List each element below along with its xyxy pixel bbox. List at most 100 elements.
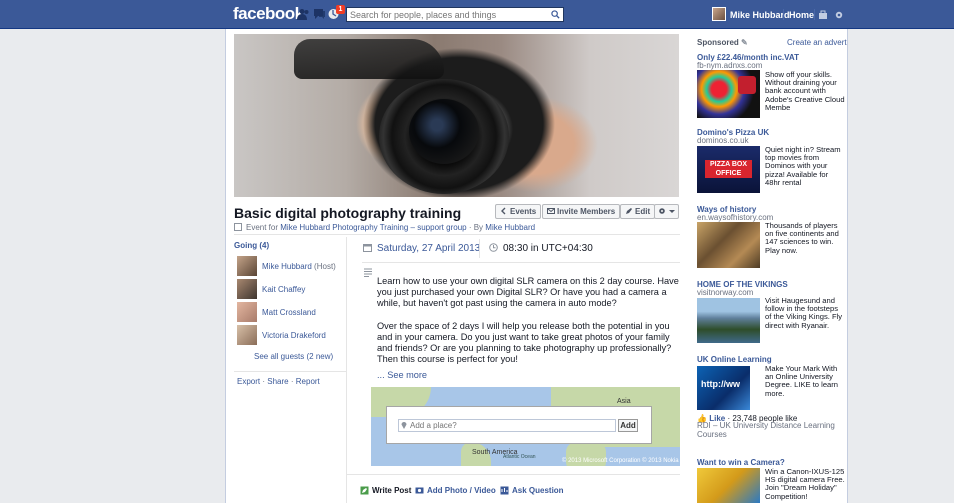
search-icon[interactable] (551, 10, 560, 19)
ad-url[interactable]: dominos.co.uk (697, 136, 749, 145)
event-cover-photo[interactable] (234, 34, 679, 197)
facebook-logo[interactable]: facebook (233, 4, 304, 24)
author-link[interactable]: Mike Hubbard (485, 223, 535, 232)
guest-item[interactable]: Matt Crossland (237, 302, 347, 322)
search-input[interactable] (350, 8, 545, 21)
report-link[interactable]: Report (296, 377, 320, 386)
guest-item[interactable]: Mike Hubbard (Host) (237, 256, 347, 276)
divider (347, 474, 680, 475)
ad-image[interactable] (697, 70, 760, 118)
user-avatar[interactable] (712, 7, 726, 21)
notification-count-badge: 1 (336, 5, 345, 14)
edit-button-label: Edit (635, 207, 651, 216)
divider (479, 239, 480, 258)
guest-item[interactable]: Victoria Drakeford (237, 325, 347, 345)
events-button-label: Events (510, 207, 537, 216)
ad-text[interactable]: Quiet night in? Stream top movies from D… (765, 145, 845, 187)
event-time-text: 08:30 in UTC+04:30 (503, 243, 593, 254)
guest-name[interactable]: Victoria Drakeford (262, 331, 326, 340)
event-date[interactable]: Saturday, 27 April 2013 (363, 243, 480, 254)
top-navigation-bar: facebook 1 Mike Hubbard Home (0, 0, 954, 29)
sponsored-icon: ✎ (741, 38, 748, 47)
ad-image[interactable]: PIZZA BOX OFFICE (697, 146, 760, 193)
divider (814, 9, 815, 20)
creative-cloud-logo (738, 76, 756, 94)
invite-members-button[interactable]: Invite Members (542, 204, 621, 219)
write-post-label: Write Post (372, 486, 412, 495)
column-divider (346, 237, 347, 503)
ad-url[interactable]: visitnorway.com (697, 288, 753, 297)
create-advert-link[interactable]: Create an advert (787, 38, 847, 47)
ad-text[interactable]: Show off your skills. Without draining y… (765, 70, 845, 112)
ad-like-page-name[interactable]: RDI – UK University Distance Learning Co… (697, 421, 845, 439)
clock-icon (489, 243, 498, 252)
location-pin-icon (401, 422, 407, 429)
write-post-tab[interactable]: Write Post (360, 486, 411, 495)
guest-name[interactable]: Matt Crossland (262, 308, 316, 317)
user-name-link[interactable]: Mike Hubbard (730, 10, 790, 20)
avatar[interactable] (237, 302, 257, 322)
ad-image[interactable]: http://ww (697, 366, 750, 410)
guest-name[interactable]: Kait Chaffey (262, 285, 305, 294)
ad-url[interactable]: fb-nym.adnxs.com (697, 61, 762, 70)
divider (234, 234, 680, 235)
pencil-icon (626, 208, 632, 214)
ask-question-label: Ask Question (512, 486, 564, 495)
home-link[interactable]: Home (789, 10, 814, 20)
camera-body-shape (294, 39, 444, 79)
ad-text[interactable]: Make Your Mark With an Online University… (765, 364, 845, 398)
settings-gear-icon[interactable] (834, 10, 844, 20)
share-link[interactable]: Share (267, 377, 288, 386)
ad-text[interactable]: Win a Canon-IXUS-125 HS digital camera F… (765, 467, 845, 501)
add-place-button[interactable]: Add (618, 419, 638, 432)
events-button[interactable]: Events (495, 204, 542, 219)
map-copyright: © 2013 Microsoft Corporation © 2013 Noki… (562, 458, 679, 464)
avatar[interactable] (237, 325, 257, 345)
ad-title[interactable]: UK Online Learning (697, 355, 772, 364)
see-more-link[interactable]: ... See more (377, 370, 427, 380)
ad-image[interactable] (697, 298, 760, 343)
event-date-text: Saturday, 27 April 2013 (377, 243, 481, 254)
ad-image[interactable] (697, 222, 760, 268)
sponsored-heading: Sponsored ✎ (697, 38, 748, 47)
privacy-shortcuts-icon[interactable] (818, 10, 828, 20)
add-photo-video-tab[interactable]: Add Photo / Video (415, 486, 496, 495)
event-title: Basic digital photography training (234, 205, 462, 221)
question-icon (500, 486, 509, 495)
edit-button[interactable]: Edit (620, 204, 656, 219)
search-box[interactable] (346, 7, 564, 22)
ad-text[interactable]: Visit Haugesund and follow in the footst… (765, 296, 845, 330)
ad-url[interactable]: en.waysofhistory.com (697, 213, 773, 222)
guest-name[interactable]: Mike Hubbard (Host) (262, 262, 336, 271)
friend-requests-icon[interactable] (297, 8, 310, 20)
avatar[interactable] (237, 279, 257, 299)
separator-dot: · (290, 377, 294, 386)
ad-text[interactable]: Thousands of players on five continents … (765, 221, 845, 255)
guest-name-text[interactable]: Mike Hubbard (262, 262, 312, 271)
ad-image[interactable] (697, 468, 760, 503)
by-prefix: · By (468, 223, 484, 232)
avatar[interactable] (237, 256, 257, 276)
divider (783, 9, 784, 20)
settings-dropdown-button[interactable] (654, 204, 679, 219)
gear-icon (659, 208, 665, 214)
url-graphic-text: http://ww (701, 379, 740, 389)
guest-item[interactable]: Kait Chaffey (237, 279, 347, 299)
write-post-icon (360, 486, 369, 495)
ask-question-tab[interactable]: Ask Question (500, 486, 564, 495)
export-link[interactable]: Export (237, 377, 260, 386)
description-paragraph: Learn how to use your own digital SLR ca… (377, 276, 679, 309)
description-icon (364, 268, 372, 277)
calendar-icon (363, 244, 372, 252)
event-for-prefix: Event for (246, 223, 279, 232)
ad-title[interactable]: Want to win a Camera? (697, 458, 785, 467)
messages-icon[interactable] (313, 8, 326, 20)
pizza-box-office-logo: PIZZA BOX OFFICE (705, 160, 752, 178)
going-heading[interactable]: Going (4) (234, 241, 269, 250)
see-all-guests-link[interactable]: See all guests (2 new) (254, 352, 333, 361)
group-link[interactable]: Mike Hubbard Photography Training – supp… (280, 223, 466, 232)
event-time: 08:30 in UTC+04:30 (489, 243, 593, 254)
add-place-input[interactable] (398, 419, 616, 432)
divider (362, 262, 680, 263)
camera-lens-glass-shape (409, 99, 479, 164)
